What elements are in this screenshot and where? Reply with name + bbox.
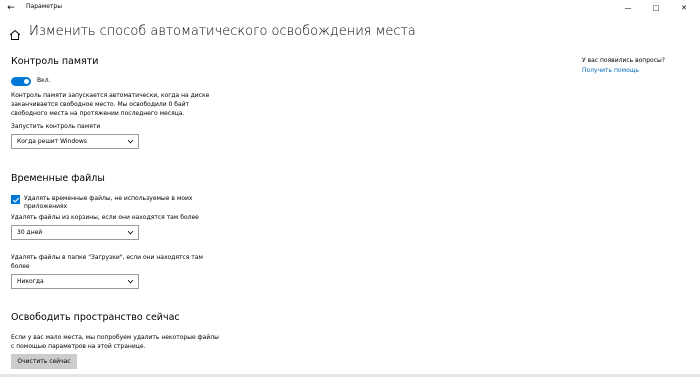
free-space-heading: Освободить пространство сейчас [11, 312, 180, 323]
storage-sense-heading: Контроль памяти [11, 56, 99, 67]
downloads-label: Удалять файлы в папке "Загрузки", если о… [11, 254, 203, 270]
get-help-link[interactable]: Получить помощь [582, 67, 639, 74]
free-space-description-line-1: Если у вас мало места, мы попробуем удал… [11, 334, 219, 341]
recycle-bin-dropdown[interactable]: 30 дней [11, 225, 139, 240]
clean-now-button[interactable]: Очистить сейчас [11, 354, 77, 369]
free-space-description-line-2: с помощью параметров на этой странице. [11, 343, 146, 350]
title-bar: ← Параметры — □ ✕ [0, 0, 700, 16]
chevron-down-icon [127, 230, 134, 235]
window-title: Параметры [26, 3, 62, 10]
chevron-down-icon [127, 279, 134, 284]
downloads-dropdown[interactable]: Никогда [11, 274, 139, 289]
dropdown-value: Никогда [17, 278, 44, 285]
run-storage-sense-label: Запустить контроль памяти [11, 123, 101, 130]
delete-temp-files-checkbox[interactable] [11, 195, 20, 204]
home-icon[interactable] [9, 26, 21, 40]
help-question: У вас появились вопросы? [582, 57, 665, 64]
temp-files-heading: Временные файлы [11, 173, 105, 184]
maximize-icon: □ [652, 4, 660, 12]
storage-sense-description-line-2: заканчивается свободное место. Мы освобо… [11, 101, 190, 108]
run-storage-sense-dropdown[interactable]: Когда решит Windows [11, 134, 139, 149]
storage-sense-toggle[interactable] [11, 77, 31, 86]
storage-sense-description-line-3: свободного места на протяжении последнег… [11, 110, 185, 117]
close-button[interactable]: ✕ [670, 0, 698, 16]
page-title: Изменить способ автоматического освобожд… [29, 24, 416, 39]
checkmark-icon [12, 197, 19, 203]
maximize-button[interactable]: □ [642, 0, 670, 16]
close-icon: ✕ [681, 4, 687, 12]
dropdown-value: Когда решит Windows [17, 138, 87, 145]
delete-temp-files-label: Удалять временные файлы, не используемые… [24, 195, 193, 210]
back-button[interactable]: ← [0, 0, 22, 16]
chevron-down-icon [127, 139, 134, 144]
minimize-icon: — [624, 4, 632, 12]
toggle-state-label: Вкл. [37, 77, 51, 84]
back-arrow-icon: ← [7, 3, 15, 13]
recycle-bin-label: Удалять файлы из корзины, если они наход… [11, 214, 199, 221]
minimize-button[interactable]: — [614, 0, 642, 16]
toggle-knob [24, 79, 29, 84]
storage-sense-description-line-1: Контроль памяти запускается автоматическ… [11, 92, 210, 99]
dropdown-value: 30 дней [17, 229, 43, 236]
